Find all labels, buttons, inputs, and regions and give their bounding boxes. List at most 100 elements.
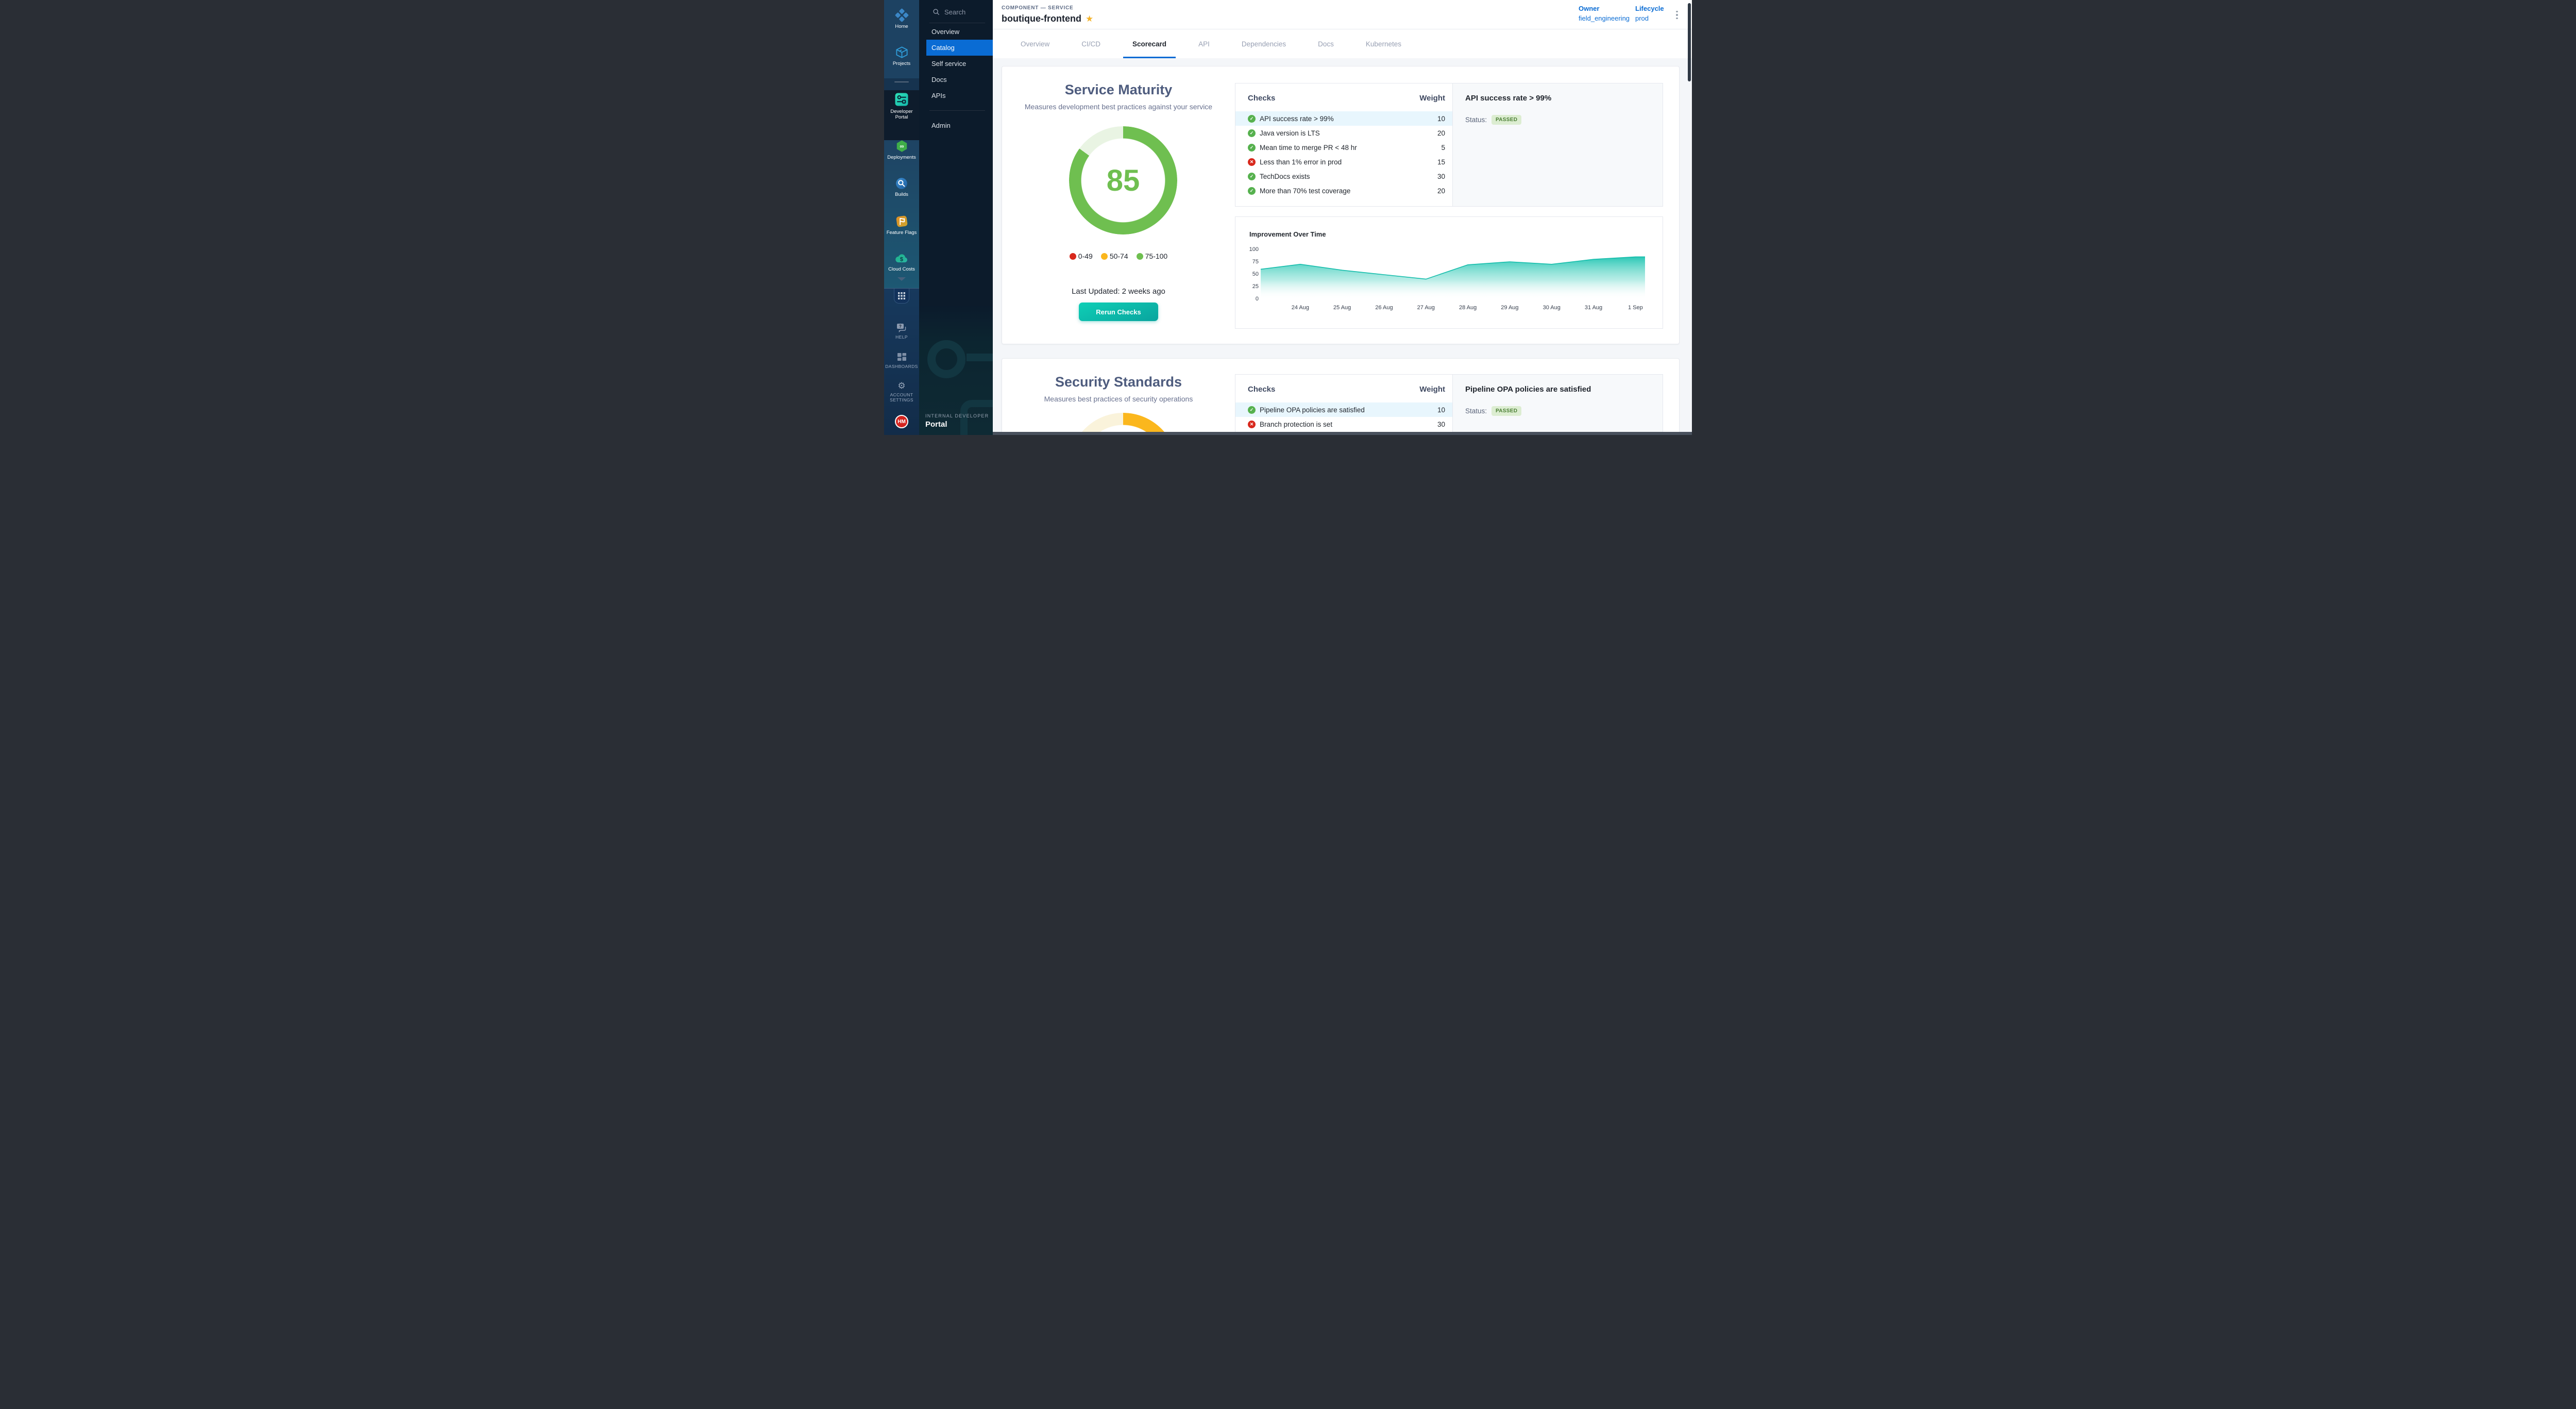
check-detail-panel: API success rate > 99% Status: PASSED [1452,83,1663,206]
status-badge: PASSED [1492,115,1521,125]
favorite-star-icon[interactable]: ★ [1086,14,1093,23]
chevron-down-icon[interactable] [897,277,906,281]
owner-value-link[interactable]: field_engineering [1579,14,1630,22]
tab[interactable]: Dependencies [1232,29,1295,58]
check-row[interactable]: API success rate > 99% 10 [1235,111,1452,126]
sidebar-nav-item[interactable]: Self service [919,56,993,72]
tab[interactable]: API [1189,29,1219,58]
search-icon [933,8,940,15]
status-label: Status: [1465,407,1487,415]
brand-small-label: INTERNAL DEVELOPER [925,413,989,418]
maturity-gauge: 85 [1069,126,1177,234]
x-axis-tick: 24 Aug [1292,305,1309,311]
tab-label: Docs [1318,40,1334,48]
check-weight: 20 [1437,187,1445,195]
sidebar-item-feature-flags[interactable]: Feature Flags [884,214,919,236]
help-icon: ? [896,323,907,333]
sidebar-item-label: Developer Portal [884,109,919,121]
tab[interactable]: Kubernetes [1357,29,1411,58]
check-weight: 15 [1437,158,1445,166]
sidebar-item-help[interactable]: ? HELP [884,323,919,340]
sidebar-item-projects[interactable]: Projects [884,45,919,66]
check-weight: 10 [1437,115,1445,123]
security-gauge [1069,413,1177,432]
check-row[interactable]: Mean time to merge PR < 48 hr 5 [1235,140,1452,155]
page-header: COMPONENT — SERVICE boutique-frontend ★ … [993,0,1692,29]
breadcrumb: COMPONENT — SERVICE [1002,5,1073,11]
builds-icon [895,177,908,190]
y-axis-tick: 0 [1243,295,1259,303]
sidebar-nav-item[interactable]: APIs [919,88,993,104]
check-row[interactable]: Branch protection is set 30 [1235,417,1452,431]
legend-dot [1070,253,1076,260]
check-row[interactable]: Java version is LTS 20 [1235,126,1452,140]
horizontal-scrollbar[interactable] [993,432,1692,435]
legend-dot [1101,253,1108,260]
status-label: Status: [1465,116,1487,124]
x-axis-tick: 31 Aug [1585,305,1602,311]
improvement-chart-panel: Improvement Over Time 1007550250 24 Aug2… [1235,216,1663,329]
rail-divider [894,81,909,82]
sidebar-item-home[interactable]: Home [884,8,919,29]
product-brand: INTERNAL DEVELOPER Portal [925,413,989,429]
check-detail-title: Pipeline OPA policies are satisfied [1465,385,1650,394]
svg-text:?: ? [899,324,902,329]
sidebar-item-account-settings[interactable]: ⚙ ACCOUNT SETTINGS [884,381,919,402]
sidebar-nav-item[interactable]: Catalog [926,40,993,56]
sidebar-nav-item[interactable]: Overview [919,24,993,40]
gauge-ring [1069,413,1177,432]
sidebar-item-builds[interactable]: Builds [884,177,919,197]
check-weight: 20 [1437,129,1445,137]
user-avatar[interactable]: HM [895,415,908,428]
sidebar-item-dashboards[interactable]: DASHBOARDS [884,353,919,369]
tab[interactable]: Overview [1011,29,1059,58]
owner-label: Owner [1579,5,1630,12]
sidebar-item-cloud-costs[interactable]: $ Cloud Costs [884,251,919,272]
lifecycle-meta: Lifecycle prod [1635,5,1664,22]
svg-text:$: $ [900,256,903,262]
sidebar-item-deployments[interactable]: ∞ Deployments [884,139,919,160]
check-row[interactable]: Pipeline OPA policies are satisfied 10 [1235,402,1452,417]
last-updated-text: Last Updated: 2 weeks ago [1002,287,1235,296]
security-standards-card: Security Standards Measures best practic… [1002,358,1680,432]
sidebar-nav-item-label: Self service [931,60,966,68]
service-maturity-card: Service Maturity Measures development be… [1002,66,1680,344]
module-picker-button[interactable] [894,289,909,304]
scorecard-subtitle: Measures best practices of security oper… [1002,395,1235,403]
legend-label: 0-49 [1078,252,1093,260]
sidebar-item-label: DASHBOARDS [884,364,919,369]
tab-label: Kubernetes [1366,40,1401,48]
feature-flags-icon [895,214,909,228]
check-row[interactable]: More than 70% test coverage 20 [1235,183,1452,198]
check-status-icon [1248,187,1256,195]
more-options-kebab-icon[interactable] [1672,8,1682,22]
weight-column-header: Weight [1235,94,1445,103]
x-axis-tick: 1 Sep [1628,305,1643,311]
legend-item: 50-74 [1101,252,1128,260]
sidebar-item-label: Deployments [884,155,919,160]
check-weight: 10 [1437,406,1445,414]
sidebar-nav-item-label: Overview [931,28,959,36]
sidebar-item-developer-portal[interactable]: Developer Portal [884,92,919,121]
rerun-checks-button[interactable]: Rerun Checks [1079,303,1158,321]
sidebar-nav-item[interactable]: Docs [919,72,993,88]
sidebar-nav-item[interactable]: Admin [919,118,993,133]
check-status-icon [1248,144,1256,152]
dashboards-icon [897,353,907,362]
check-weight: 30 [1437,173,1445,180]
status-badge: PASSED [1492,406,1521,416]
y-axis-tick: 100 [1243,246,1259,253]
check-row[interactable]: Less than 1% error in prod 15 [1235,155,1452,169]
x-axis-tick: 26 Aug [1375,305,1393,311]
check-row[interactable]: TechDocs exists 30 [1235,169,1452,183]
chart-title: Improvement Over Time [1249,230,1326,238]
vertical-scrollbar-thumb[interactable] [1688,3,1691,81]
x-axis-tick: 27 Aug [1417,305,1435,311]
tab[interactable]: CI/CD [1072,29,1110,58]
check-label: Pipeline OPA policies are satisfied [1260,406,1437,414]
check-label: Java version is LTS [1260,129,1437,137]
sidebar-search[interactable]: Search [919,4,993,20]
tab[interactable]: Docs [1309,29,1343,58]
tab[interactable]: Scorecard [1123,29,1176,58]
check-label: Less than 1% error in prod [1260,158,1437,166]
